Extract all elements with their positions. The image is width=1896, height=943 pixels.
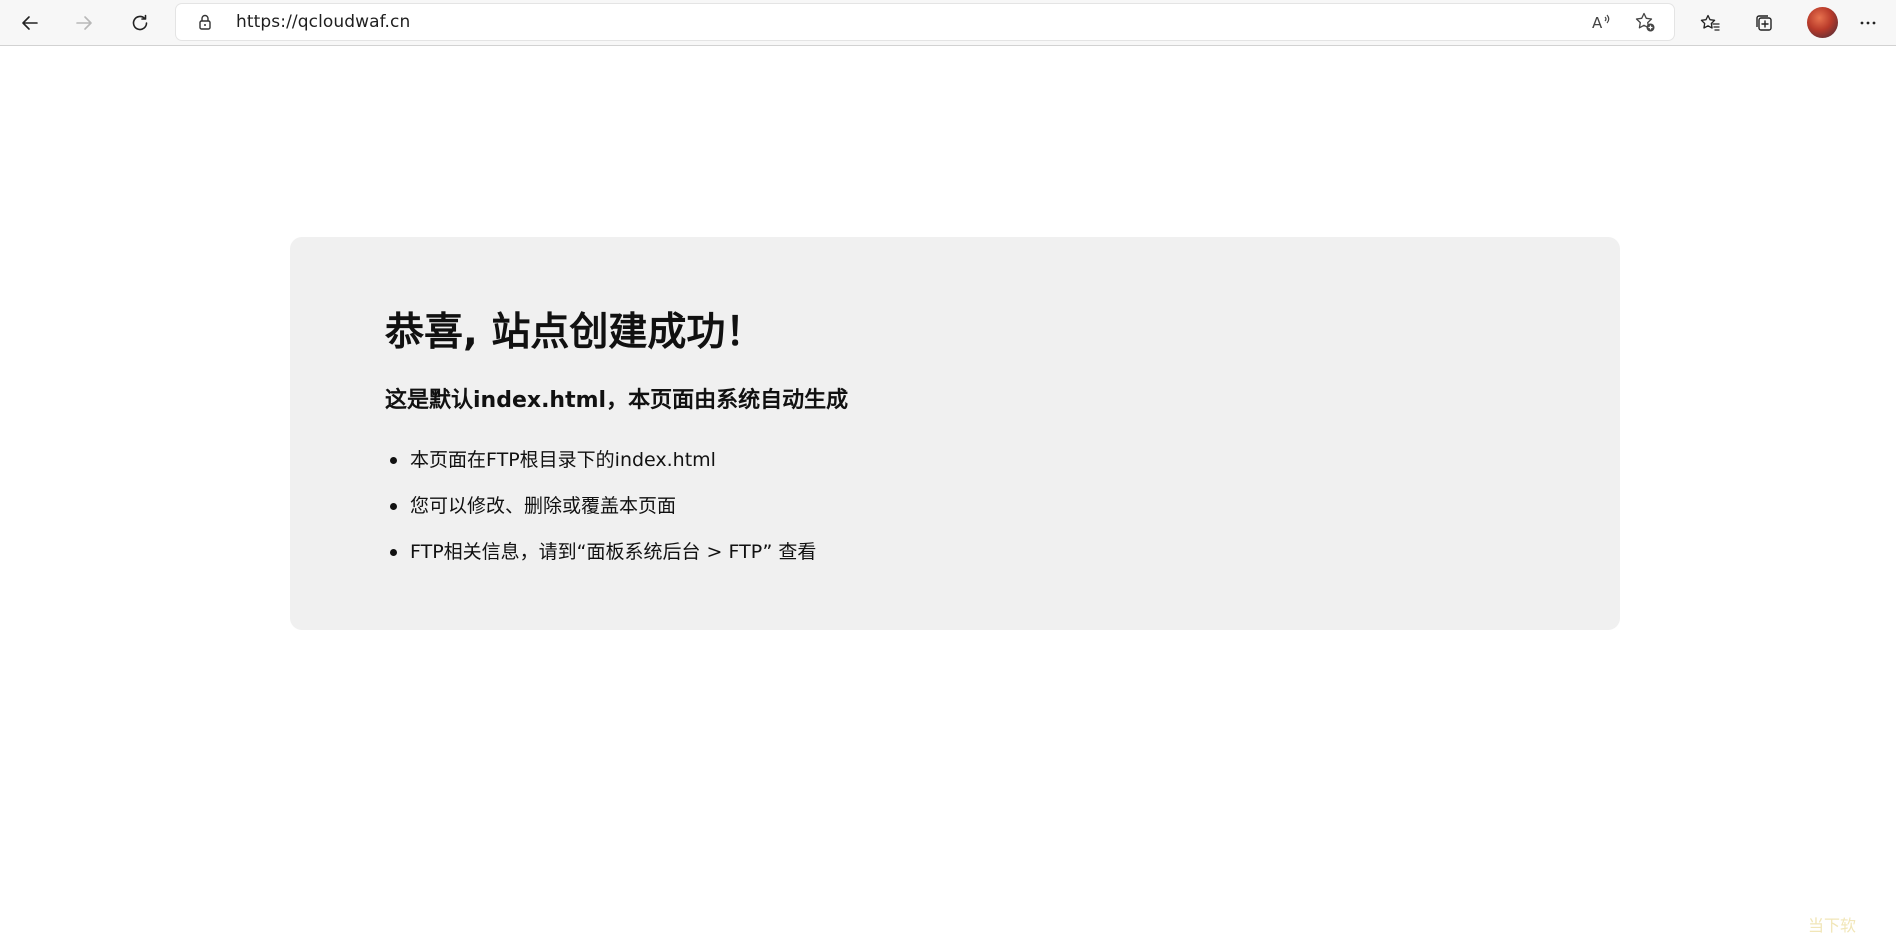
arrow-right-icon [76,16,92,30]
address-bar[interactable]: https://qcloudwaf.cn A [176,4,1674,40]
collections-icon [1756,15,1772,31]
more-icon [1860,21,1876,25]
list-item: 本页面在FTP根目录下的index.html [385,437,816,483]
arrow-left-icon [22,16,38,30]
watermark: 当下软 [1808,916,1857,935]
welcome-card: 恭喜, 站点创建成功！ 这是默认index.html，本页面由系统自动生成 本页… [290,237,1620,630]
list-item: 您可以修改、删除或覆盖本页面 [385,483,816,529]
url-text[interactable]: https://qcloudwaf.cn [236,4,410,40]
refresh-button[interactable] [122,5,158,41]
browser-toolbar: https://qcloudwaf.cn A [0,0,1896,46]
lock-icon[interactable] [196,13,214,31]
back-button[interactable] [12,5,48,41]
avatar[interactable] [1807,7,1838,38]
more-button[interactable] [1850,5,1886,41]
list-item: FTP相关信息，请到“面板系统后台 > FTP” 查看 [385,529,816,575]
info-list: 本页面在FTP根目录下的index.html 您可以修改、删除或覆盖本页面 FT… [385,437,816,575]
svg-text:A: A [1592,14,1603,32]
read-aloud-icon[interactable]: A [1590,11,1612,33]
page-title: 恭喜, 站点创建成功！ [385,310,765,355]
favorites-icon [1700,14,1720,31]
star-plus-icon[interactable] [1634,11,1656,33]
favorites-button[interactable] [1692,5,1728,41]
page-subtitle: 这是默认index.html，本页面由系统自动生成 [385,388,849,413]
refresh-icon [132,14,148,31]
forward-button[interactable] [66,5,102,41]
collections-button[interactable] [1746,5,1782,41]
